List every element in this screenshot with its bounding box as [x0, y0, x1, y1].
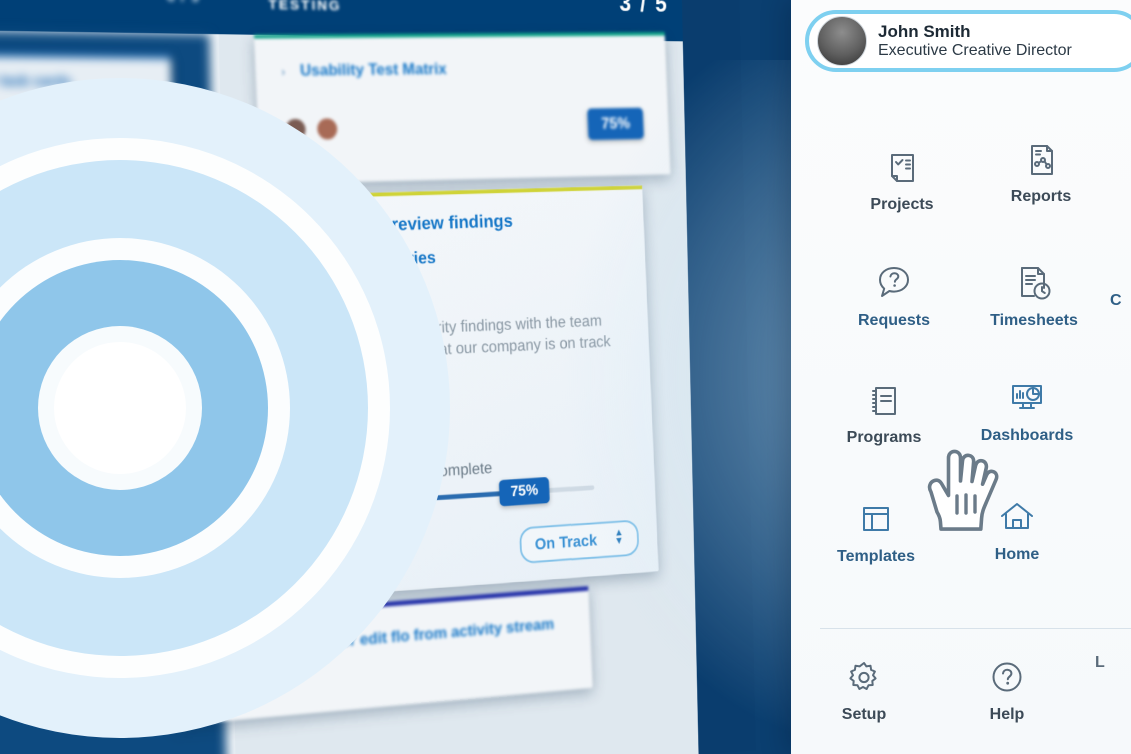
- avatar: [817, 16, 867, 66]
- menu-item-cutoff-bottom[interactable]: L: [1095, 652, 1131, 672]
- page-counter: 3 / 5: [619, 0, 669, 18]
- projects-icon: [843, 142, 961, 194]
- menu-item-label: Projects: [870, 196, 934, 213]
- menu-item-label: Requests: [857, 312, 931, 329]
- gear-icon: [805, 652, 923, 704]
- menu-item-label: Templates: [837, 548, 915, 565]
- menu-item-reports[interactable]: Reports: [982, 134, 1100, 206]
- programs-icon: [825, 375, 943, 427]
- menu-item-label: Help: [989, 706, 1025, 723]
- ring-core: [54, 342, 186, 474]
- menu-item-label: L: [1095, 654, 1105, 671]
- screen: 6 / 9 TESTING 3 / 5 You can't filter tas…: [0, 0, 1131, 754]
- menu-item-setup[interactable]: Setup: [805, 652, 923, 724]
- question-icon: [948, 652, 1066, 704]
- stepper-icon[interactable]: ▲ ▼: [614, 527, 624, 547]
- menu-item-dashboards[interactable]: Dashboards: [968, 373, 1086, 445]
- dashboards-icon: [968, 373, 1086, 425]
- menu-item-projects[interactable]: Projects: [843, 142, 961, 214]
- requests-icon: [835, 258, 953, 310]
- menu-item-label: Setup: [841, 706, 887, 723]
- menu-item-label: Reports: [1010, 188, 1072, 205]
- menu-divider: [820, 628, 1131, 629]
- menu-item-requests[interactable]: Requests: [835, 258, 953, 330]
- menu-item-label: Timesheets: [990, 312, 1078, 329]
- user-profile-pill[interactable]: John Smith Executive Creative Director: [805, 10, 1131, 72]
- progress-badge: 75%: [587, 107, 645, 141]
- user-name: John Smith: [878, 22, 971, 42]
- reports-icon: [982, 134, 1100, 186]
- menu-item-programs[interactable]: Programs: [825, 375, 943, 447]
- hand-cursor: [905, 440, 1015, 550]
- column-title-testing: TESTING: [268, 0, 342, 15]
- chevron-right-icon[interactable]: ›: [281, 64, 286, 78]
- timesheets-icon: [975, 258, 1093, 310]
- left-column-count: 6 / 9: [166, 0, 200, 7]
- menu-item-timesheets[interactable]: Timesheets: [975, 258, 1093, 330]
- user-role: Executive Creative Director: [878, 41, 1072, 59]
- menu-item-cutoff-right[interactable]: C: [1110, 290, 1131, 310]
- menu-item-label: C: [1110, 292, 1122, 309]
- menu-item-help[interactable]: Help: [948, 652, 1066, 724]
- radial-rings: [0, 78, 550, 738]
